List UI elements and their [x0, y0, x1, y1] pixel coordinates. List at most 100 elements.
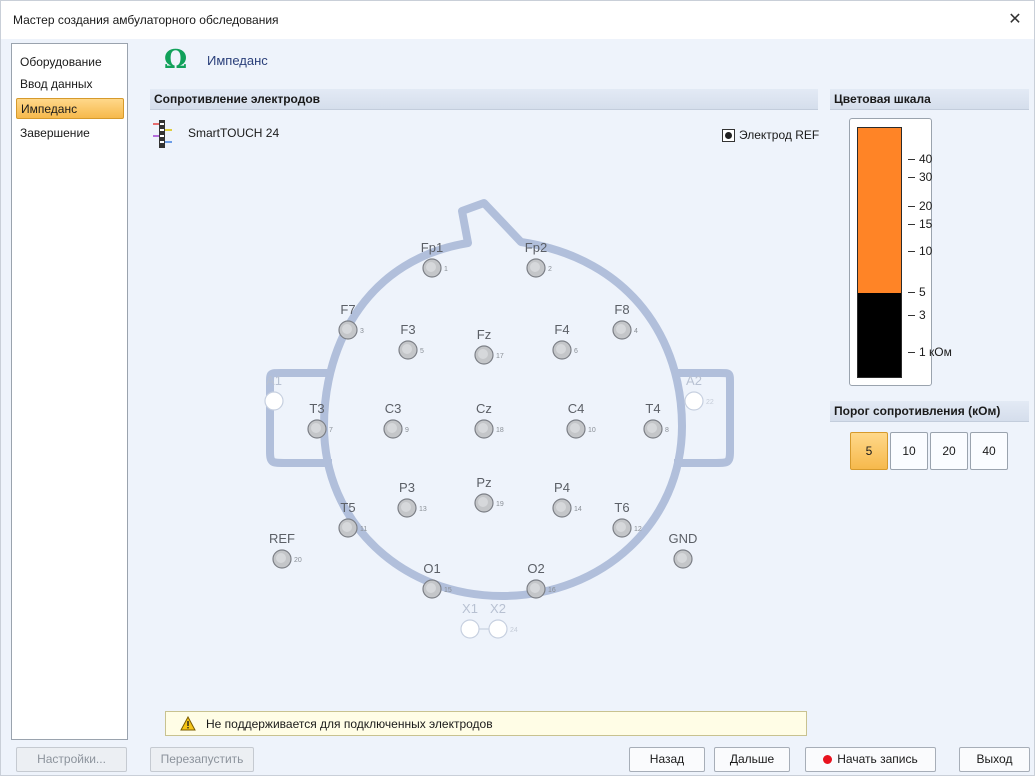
electrode-number: 10 — [588, 427, 596, 434]
threshold-button-10[interactable]: 10 — [890, 432, 928, 470]
electrode-label: T4 — [645, 401, 660, 416]
electrode-p4[interactable]: P4 14 — [552, 480, 582, 518]
warning-icon — [180, 716, 196, 731]
main-panel: Ω Импеданс Сопротивление электродов Smar… — [140, 43, 1031, 743]
sidebar-item-impedance[interactable]: Импеданс — [16, 98, 124, 119]
electrode-number: 8 — [665, 427, 669, 434]
electrode-t4[interactable]: T4 8 — [643, 401, 669, 439]
checkbox-icon[interactable] — [722, 128, 735, 142]
sidebar-item-equipment[interactable]: Оборудование — [16, 52, 124, 73]
electrode-o2[interactable]: O2 16 — [526, 561, 556, 599]
electrode-number: 18 — [496, 427, 504, 434]
electrode-highlight — [342, 522, 352, 532]
electrode-label: T5 — [340, 500, 355, 515]
restart-button[interactable]: Перезапустить — [150, 747, 254, 772]
scale-high-segment — [858, 128, 901, 293]
electrode-p3[interactable]: P3 13 — [397, 480, 427, 518]
electrode-label: F7 — [340, 302, 355, 317]
settings-button[interactable]: Настройки... — [16, 747, 127, 772]
threshold-header: Порог сопротивления (кОм) — [830, 401, 1029, 422]
electrode-f8[interactable]: F8 4 — [612, 302, 638, 340]
electrode-x2[interactable]: X2 24 — [488, 601, 518, 639]
electrode-t6[interactable]: T6 12 — [612, 500, 642, 538]
wizard-window: Мастер создания амбулаторного обследован… — [0, 0, 1035, 776]
exit-button[interactable]: Выход — [959, 747, 1030, 772]
electrode-number: 15 — [444, 587, 452, 594]
electrode-head-map: Fp1 1 Fp2 2 F7 3 F3 5 Fz 17 F4 6 F8 4 A1 T3 7 C3 9 Cz 18 C4 10… — [264, 199, 734, 600]
electrode-label: F4 — [554, 322, 569, 337]
scale-tick: 20 — [908, 199, 932, 213]
electrode-label: F8 — [614, 302, 629, 317]
electrode-label: T6 — [614, 500, 629, 515]
electrode-number: 7 — [329, 427, 333, 434]
electrode-number: 5 — [420, 348, 424, 355]
electrode-number: 6 — [574, 348, 578, 355]
warning-banner: Не поддерживается для подключенных элект… — [165, 711, 807, 736]
device-name: SmartTOUCH 24 — [188, 126, 280, 140]
electrode-label: Fp2 — [525, 240, 547, 255]
electrode-c4[interactable]: C4 10 — [566, 401, 596, 439]
electrode-pz[interactable]: Pz 19 — [474, 475, 504, 513]
close-icon[interactable]: ✕ — [1004, 9, 1026, 31]
electrode-cz[interactable]: Cz 18 — [474, 401, 504, 439]
electrode-ref[interactable]: REF 20 — [269, 531, 302, 569]
electrode-highlight — [570, 423, 580, 433]
electrode-highlight — [530, 583, 540, 593]
electrode-number: 12 — [634, 526, 642, 533]
electrode-gnd[interactable]: GND — [669, 531, 698, 569]
electrode-fz[interactable]: Fz 17 — [474, 327, 504, 365]
sidebar-item-data-input[interactable]: Ввод данных — [16, 74, 124, 95]
electrode-label: REF — [269, 531, 295, 546]
electrode-a2[interactable]: A2 22 — [684, 373, 714, 411]
threshold-button-20[interactable]: 20 — [930, 432, 968, 470]
electrode-contact[interactable] — [488, 619, 508, 639]
start-record-button[interactable]: Начать запись — [805, 747, 936, 772]
scale-tick: 1 кОм — [908, 345, 952, 359]
electrode-label: C3 — [385, 401, 402, 416]
electrode-number: 11 — [360, 526, 367, 533]
electrode-highlight — [616, 522, 626, 532]
electrode-highlight — [311, 423, 321, 433]
wizard-steps-sidebar: Оборудование Ввод данных Импеданс Заверш… — [11, 43, 128, 740]
electrode-highlight — [426, 262, 436, 272]
electrode-number: 14 — [574, 506, 582, 513]
scale-tick: 15 — [908, 217, 932, 231]
electrode-label: X2 — [490, 601, 506, 616]
threshold-button-5[interactable]: 5 — [850, 432, 888, 470]
electrode-label: T3 — [309, 401, 324, 416]
next-button[interactable]: Дальше — [714, 747, 790, 772]
electrode-contact[interactable] — [684, 391, 704, 411]
threshold-button-40[interactable]: 40 — [970, 432, 1008, 470]
electrode-number: 9 — [405, 427, 409, 434]
electrode-f4[interactable]: F4 6 — [552, 322, 578, 360]
electrode-contact[interactable] — [264, 391, 284, 411]
electrode-highlight — [402, 344, 412, 354]
electrode-label: A1 — [266, 373, 282, 388]
electrode-highlight — [677, 553, 687, 563]
window-title: Мастер создания амбулаторного обследован… — [13, 13, 279, 27]
electrode-contact[interactable] — [460, 619, 480, 639]
electrode-highlight — [616, 324, 626, 334]
electrode-number: 17 — [496, 353, 504, 360]
electrode-c3[interactable]: C3 9 — [383, 401, 409, 439]
scale-tick: 3 — [908, 308, 926, 322]
electrode-label: F3 — [400, 322, 415, 337]
electrode-f3[interactable]: F3 5 — [398, 322, 424, 360]
electrode-label: Cz — [476, 401, 492, 416]
electrode-label: C4 — [568, 401, 585, 416]
ref-electrode-checkbox[interactable]: Электрод REF — [722, 127, 819, 143]
back-button[interactable]: Назад — [629, 747, 705, 772]
scale-tick: 5 — [908, 285, 926, 299]
electrode-layer: Fp1 1 Fp2 2 F7 3 F3 5 Fz 17 F4 6 F8 4 A1 T3 7 C3 9 Cz 18 C4 10… — [264, 240, 714, 599]
electrode-number: 3 — [360, 328, 364, 335]
head-outline — [320, 199, 686, 600]
electrode-highlight — [478, 423, 488, 433]
electrode-label: P3 — [399, 480, 415, 495]
electrode-x1[interactable]: X1 — [460, 601, 480, 639]
electrode-highlight — [478, 349, 488, 359]
electrode-label: Fz — [477, 327, 491, 342]
warning-text: Не поддерживается для подключенных элект… — [206, 717, 493, 731]
sidebar-item-finish[interactable]: Завершение — [16, 123, 124, 144]
electrode-label: A2 — [686, 373, 702, 388]
ref-checkbox-label: Электрод REF — [739, 128, 820, 142]
